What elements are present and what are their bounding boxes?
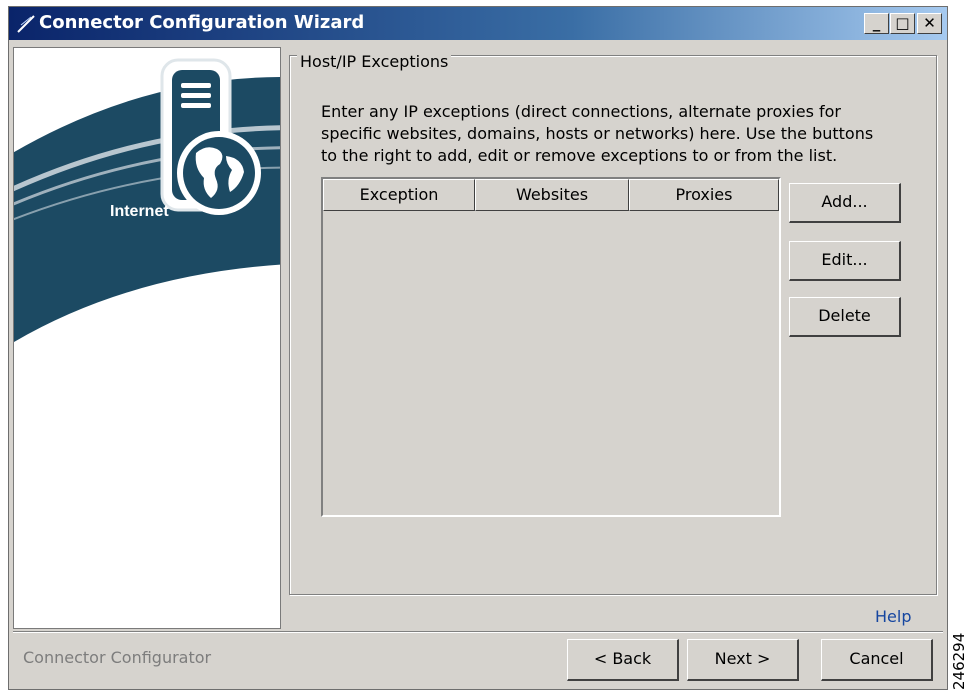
close-button[interactable]: ✕ — [917, 13, 942, 34]
edit-button[interactable]: Edit... — [789, 241, 901, 281]
table-header: Exception Websites Proxies — [323, 179, 779, 211]
delete-button[interactable]: Delete — [789, 297, 901, 337]
window-title: Connector Configuration Wizard — [39, 12, 365, 33]
column-header-websites[interactable]: Websites — [475, 179, 629, 211]
wizard-window: Connector Configuration Wizard _ □ ✕ Int… — [8, 6, 948, 690]
next-button[interactable]: Next > — [687, 639, 799, 681]
globe-icon — [177, 131, 261, 215]
column-header-proxies[interactable]: Proxies — [629, 179, 779, 211]
add-button[interactable]: Add... — [789, 183, 901, 223]
help-link[interactable]: Help — [875, 607, 911, 626]
instructions-text: Enter any IP exceptions (direct connecti… — [321, 102, 874, 165]
wizard-wand-icon — [17, 15, 35, 33]
figure-number: 246294 — [950, 632, 968, 690]
back-button[interactable]: < Back — [567, 639, 679, 681]
footer-divider — [13, 631, 943, 633]
banner-label: Internet — [110, 203, 169, 220]
exceptions-table[interactable]: Exception Websites Proxies — [321, 177, 781, 517]
cancel-button[interactable]: Cancel — [821, 639, 933, 681]
status-label: Connector Configurator — [23, 648, 212, 667]
column-header-exception[interactable]: Exception — [323, 179, 475, 211]
wizard-banner: Internet — [13, 47, 281, 629]
maximize-button[interactable]: □ — [890, 13, 915, 34]
group-legend: Host/IP Exceptions — [297, 52, 452, 71]
internet-banner-graphic: Internet — [14, 58, 280, 343]
title-bar[interactable]: Connector Configuration Wizard _ □ ✕ — [9, 7, 947, 40]
minimize-button[interactable]: _ — [864, 13, 889, 34]
